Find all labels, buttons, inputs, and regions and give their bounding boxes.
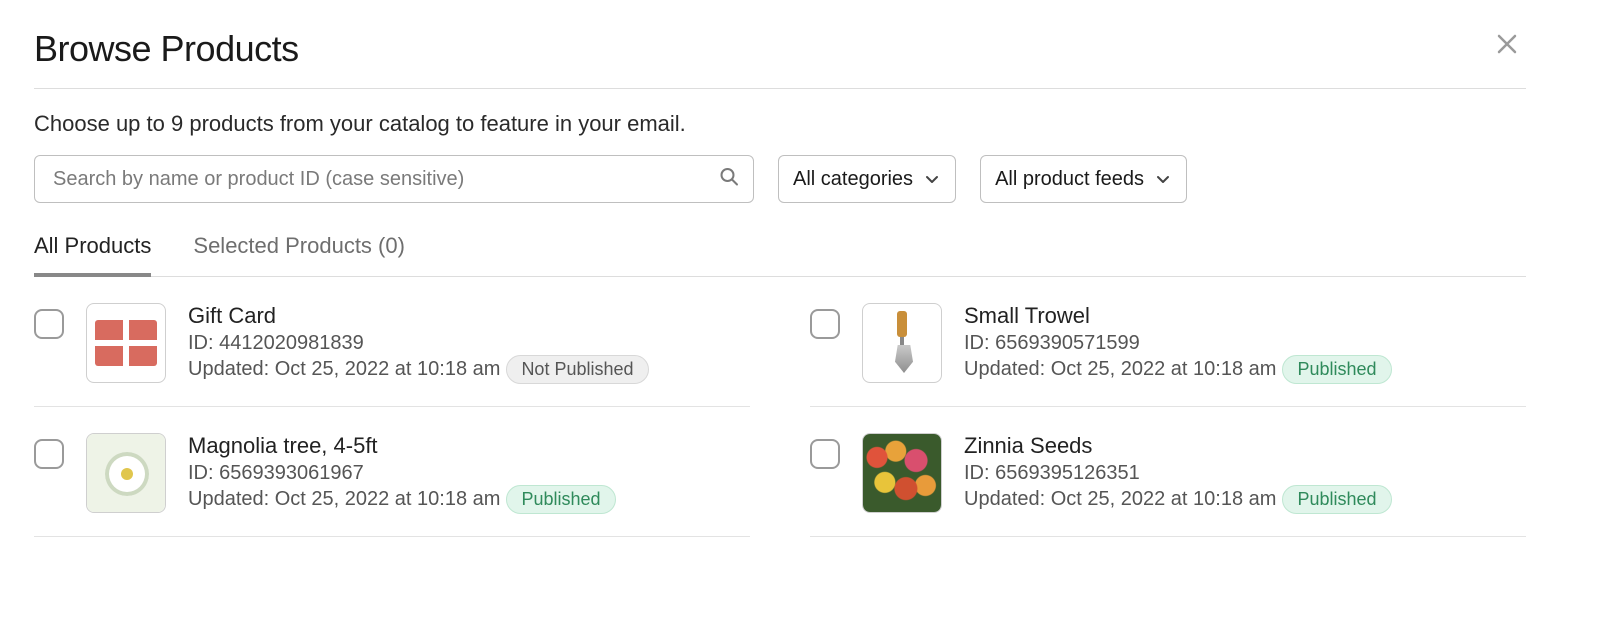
product-thumbnail bbox=[86, 303, 166, 383]
product-row: Magnolia tree, 4-5ft ID: 6569393061967 Upd… bbox=[34, 407, 750, 537]
product-info: Zinnia Seeds ID: 6569395126351 Updated: Oc… bbox=[964, 433, 1526, 514]
product-grid: Gift Card ID: 4412020981839 Updated: Oct 2… bbox=[34, 277, 1526, 537]
tab-selected-products[interactable]: Selected Products (0) bbox=[193, 233, 405, 276]
product-row: Small Trowel ID: 6569390571599 Updated: Oc… bbox=[810, 277, 1526, 407]
category-filter-dropdown[interactable]: All categories bbox=[778, 155, 956, 203]
feed-filter-label: All product feeds bbox=[995, 168, 1144, 191]
product-id: ID: 6569395126351 bbox=[964, 462, 1526, 485]
search-field[interactable] bbox=[34, 155, 754, 203]
chevron-down-icon bbox=[925, 168, 939, 191]
dialog-header: Browse Products bbox=[34, 28, 1526, 89]
status-badge: Published bbox=[506, 485, 615, 514]
product-info: Small Trowel ID: 6569390571599 Updated: Oc… bbox=[964, 303, 1526, 384]
product-id: ID: 4412020981839 bbox=[188, 332, 750, 355]
controls-row: All categories All product feeds bbox=[34, 155, 1526, 203]
product-name: Magnolia tree, 4-5ft bbox=[188, 433, 750, 459]
product-info: Gift Card ID: 4412020981839 Updated: Oct 2… bbox=[188, 303, 750, 384]
product-name: Gift Card bbox=[188, 303, 750, 329]
close-icon[interactable] bbox=[1488, 28, 1526, 64]
category-filter-label: All categories bbox=[793, 168, 913, 191]
product-checkbox[interactable] bbox=[34, 439, 64, 469]
product-name: Zinnia Seeds bbox=[964, 433, 1526, 459]
product-row: Zinnia Seeds ID: 6569395126351 Updated: Oc… bbox=[810, 407, 1526, 537]
product-updated: Updated: Oct 25, 2022 at 10:18 am bbox=[964, 488, 1276, 511]
chevron-down-icon bbox=[1156, 168, 1170, 191]
product-updated: Updated: Oct 25, 2022 at 10:18 am bbox=[964, 358, 1276, 381]
search-input[interactable] bbox=[35, 168, 753, 191]
status-badge: Not Published bbox=[506, 355, 648, 384]
browse-products-dialog: Browse Products Choose up to 9 products … bbox=[0, 0, 1560, 537]
product-id: ID: 6569393061967 bbox=[188, 462, 750, 485]
search-icon bbox=[719, 167, 739, 192]
product-updated: Updated: Oct 25, 2022 at 10:18 am bbox=[188, 358, 500, 381]
product-checkbox[interactable] bbox=[810, 439, 840, 469]
product-info: Magnolia tree, 4-5ft ID: 6569393061967 Upd… bbox=[188, 433, 750, 514]
status-badge: Published bbox=[1282, 355, 1391, 384]
product-checkbox[interactable] bbox=[34, 309, 64, 339]
product-thumbnail bbox=[862, 303, 942, 383]
dialog-title: Browse Products bbox=[34, 28, 299, 70]
dialog-subtitle: Choose up to 9 products from your catalo… bbox=[34, 111, 1526, 137]
tab-all-products[interactable]: All Products bbox=[34, 233, 151, 277]
product-tabs: All Products Selected Products (0) bbox=[34, 233, 1526, 277]
product-name: Small Trowel bbox=[964, 303, 1526, 329]
product-id: ID: 6569390571599 bbox=[964, 332, 1526, 355]
product-checkbox[interactable] bbox=[810, 309, 840, 339]
feed-filter-dropdown[interactable]: All product feeds bbox=[980, 155, 1187, 203]
product-thumbnail bbox=[86, 433, 166, 513]
product-row: Gift Card ID: 4412020981839 Updated: Oct 2… bbox=[34, 277, 750, 407]
product-updated: Updated: Oct 25, 2022 at 10:18 am bbox=[188, 488, 500, 511]
status-badge: Published bbox=[1282, 485, 1391, 514]
product-thumbnail bbox=[862, 433, 942, 513]
